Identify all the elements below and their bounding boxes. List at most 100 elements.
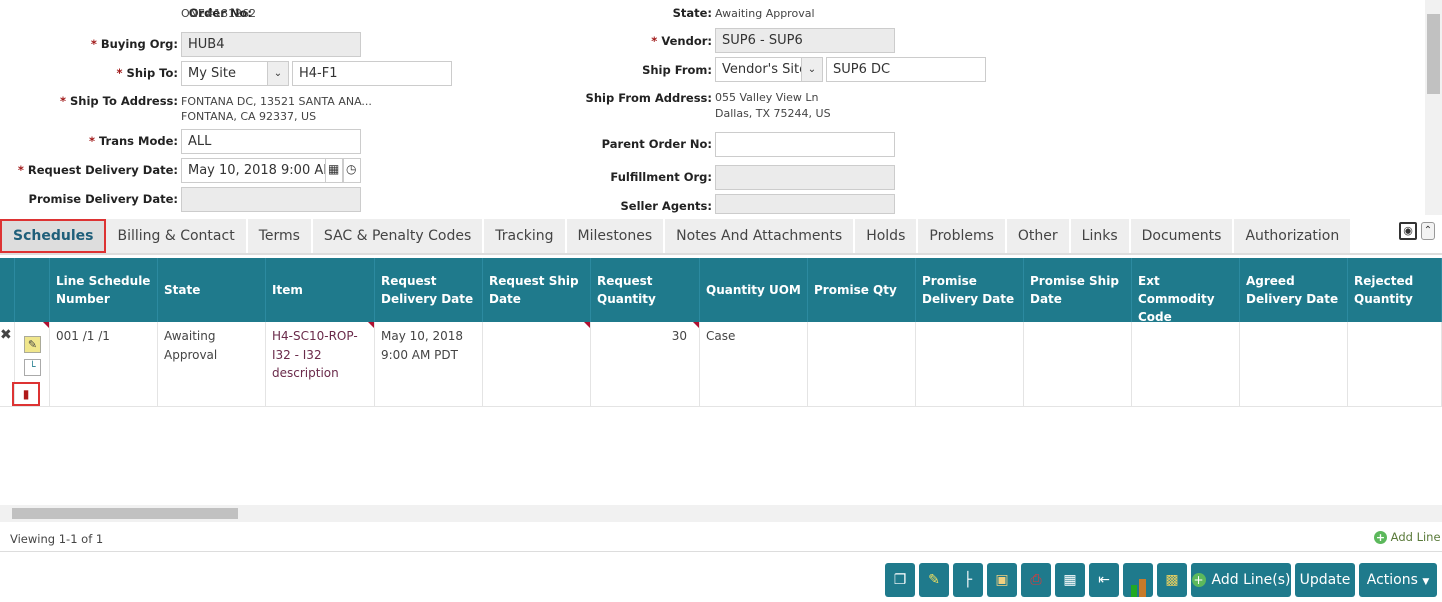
edit-icon[interactable]: ✎ — [24, 336, 41, 353]
tab-sac-penalty-codes[interactable]: SAC & Penalty Codes — [312, 219, 485, 253]
tab-links[interactable]: Links — [1070, 219, 1131, 253]
order-no-value: ONE#181262 — [181, 7, 257, 20]
header-item[interactable]: Item — [266, 258, 375, 322]
header-quantity-uom[interactable]: Quantity UOM — [700, 258, 808, 322]
cell-request-ship-date — [483, 322, 591, 406]
arrow-left-icon: ⇤ — [1098, 572, 1110, 588]
cell-agreed-delivery-date — [1240, 322, 1348, 406]
form-scrollbar[interactable] — [1425, 0, 1442, 215]
required-mark: * — [88, 134, 95, 148]
hierarchy-button[interactable]: ├ — [953, 563, 983, 597]
parent-order-no-field[interactable] — [715, 132, 895, 157]
truck-icon: ▩ — [1165, 572, 1179, 588]
header-agreed-delivery-date[interactable]: Agreed Delivery Date — [1240, 258, 1348, 322]
add-line-link[interactable]: + Add Line — [1374, 530, 1441, 544]
truck-icon[interactable]: ▮ — [12, 382, 40, 406]
fulfillment-org-field[interactable] — [715, 165, 895, 190]
header-request-delivery-date[interactable]: Request Delivery Date — [375, 258, 483, 322]
ship-to-select[interactable]: My Site — [181, 61, 269, 86]
header-promise-qty[interactable]: Promise Qty — [808, 258, 916, 322]
footer-divider — [0, 551, 1442, 552]
chevron-down-icon[interactable]: ⌄ — [267, 61, 289, 86]
header-ext-commodity-code[interactable]: Ext Commodity Code — [1132, 258, 1240, 324]
header-request-quantity[interactable]: Request Quantity — [591, 258, 700, 322]
hierarchy-icon[interactable]: └ — [24, 359, 41, 376]
actions-button[interactable]: Actions ▼ — [1359, 563, 1437, 597]
ship-from-address-line1: 055 Valley View Ln — [715, 91, 819, 104]
update-button[interactable]: Update — [1295, 563, 1355, 597]
ship-to-label: * Ship To: — [117, 66, 179, 80]
caret-down-icon: ▼ — [1422, 577, 1430, 587]
tab-notes-attachments[interactable]: Notes And Attachments — [665, 219, 856, 253]
item-link[interactable]: H4-SC10-ROP-I32 - I32 description — [272, 329, 358, 380]
chevron-down-icon[interactable]: ⌄ — [801, 57, 823, 82]
tab-schedules[interactable]: Schedules — [0, 219, 107, 253]
calendar-icon[interactable]: ▦ — [325, 158, 343, 183]
add-lines-button[interactable]: + Add Line(s) — [1191, 563, 1291, 597]
header-actions — [15, 258, 50, 322]
required-mark: * — [59, 94, 66, 108]
header-promise-ship-date[interactable]: Promise Ship Date — [1024, 258, 1132, 322]
tab-documents[interactable]: Documents — [1130, 219, 1235, 253]
plus-circle-icon: + — [1374, 531, 1387, 544]
required-mark: * — [90, 37, 97, 51]
viewing-count: Viewing 1-1 of 1 — [10, 532, 104, 546]
trans-mode-label: * Trans Mode: — [89, 134, 178, 148]
clock-icon[interactable]: ◷ — [343, 158, 361, 183]
import-button[interactable]: ⇤ — [1089, 563, 1119, 597]
scrollbar-thumb[interactable] — [1427, 14, 1440, 94]
header-request-ship-date[interactable]: Request Ship Date — [483, 258, 591, 322]
chart-button[interactable] — [1123, 563, 1153, 597]
ship-to-address-label: * Ship To Address: — [60, 94, 178, 108]
cell-request-quantity: 30 — [591, 322, 700, 406]
seller-agents-label: Seller Agents: — [620, 199, 712, 213]
pdf-button[interactable]: ⎙ — [1021, 563, 1051, 597]
promise-delivery-date-label: Promise Delivery Date: — [28, 192, 178, 206]
trans-mode-field[interactable]: ALL — [181, 129, 361, 154]
tab-other[interactable]: Other — [1006, 219, 1071, 253]
header-promise-delivery-date[interactable]: Promise Delivery Date — [916, 258, 1024, 322]
camera-icon[interactable]: ◉ — [1399, 222, 1417, 240]
vendor-field[interactable]: SUP6 - SUP6 — [715, 28, 895, 53]
tab-milestones[interactable]: Milestones — [566, 219, 666, 253]
documents-icon: ▣ — [995, 572, 1009, 588]
cell-rejected-quantity — [1348, 322, 1442, 406]
scrollbar-thumb[interactable] — [12, 508, 238, 519]
ship-to-address-line2: FONTANA, CA 92337, US — [181, 110, 317, 123]
header-rejected-quantity[interactable]: Rejected Quantity — [1348, 258, 1442, 322]
parent-order-no-label: Parent Order No: — [601, 137, 712, 151]
seller-agents-field[interactable] — [715, 194, 895, 214]
cell-state: Awaiting Approval — [158, 322, 266, 406]
promise-delivery-date-field[interactable] — [181, 187, 361, 212]
label-text: Request Delivery Date: — [27, 163, 178, 177]
ship-to-field[interactable]: H4-F1 — [292, 61, 452, 86]
cell-item[interactable]: H4-SC10-ROP-I32 - I32 description — [266, 322, 375, 406]
table-horizontal-scrollbar[interactable] — [0, 505, 1442, 522]
header-line-schedule-number[interactable]: Line Schedule Number — [50, 258, 158, 322]
label-text: Ship To Address: — [70, 94, 178, 108]
tab-problems[interactable]: Problems — [918, 219, 1007, 253]
tab-authorization[interactable]: Authorization — [1234, 219, 1353, 253]
tab-terms[interactable]: Terms — [247, 219, 313, 253]
ship-from-select[interactable]: Vendor's Site — [715, 57, 803, 82]
collapse-icon[interactable]: ⌃ — [1421, 222, 1435, 240]
tab-tracking[interactable]: Tracking — [484, 219, 567, 253]
required-mark: * — [116, 66, 123, 80]
cell-promise-ship-date — [1024, 322, 1132, 406]
shipment-button[interactable]: ▩ — [1157, 563, 1187, 597]
copy-button[interactable]: ❐ — [885, 563, 915, 597]
cell-promise-delivery-date — [916, 322, 1024, 406]
label-text: Buying Org: — [100, 37, 178, 51]
request-delivery-date-field[interactable]: May 10, 2018 9:00 AM I — [181, 158, 326, 183]
header-state[interactable]: State — [158, 258, 266, 322]
calculator-button[interactable]: ▦ — [1055, 563, 1085, 597]
ship-from-field[interactable]: SUP6 DC — [826, 57, 986, 82]
plus-circle-icon: + — [1191, 573, 1206, 587]
edit-button[interactable]: ✎ — [919, 563, 949, 597]
required-mark: * — [651, 34, 658, 48]
tab-billing-contact[interactable]: Billing & Contact — [106, 219, 248, 253]
documents-button[interactable]: ▣ — [987, 563, 1017, 597]
tab-holds[interactable]: Holds — [855, 219, 919, 253]
ship-from-label: Ship From: — [642, 63, 712, 77]
buying-org-field[interactable]: HUB4 — [181, 32, 361, 57]
